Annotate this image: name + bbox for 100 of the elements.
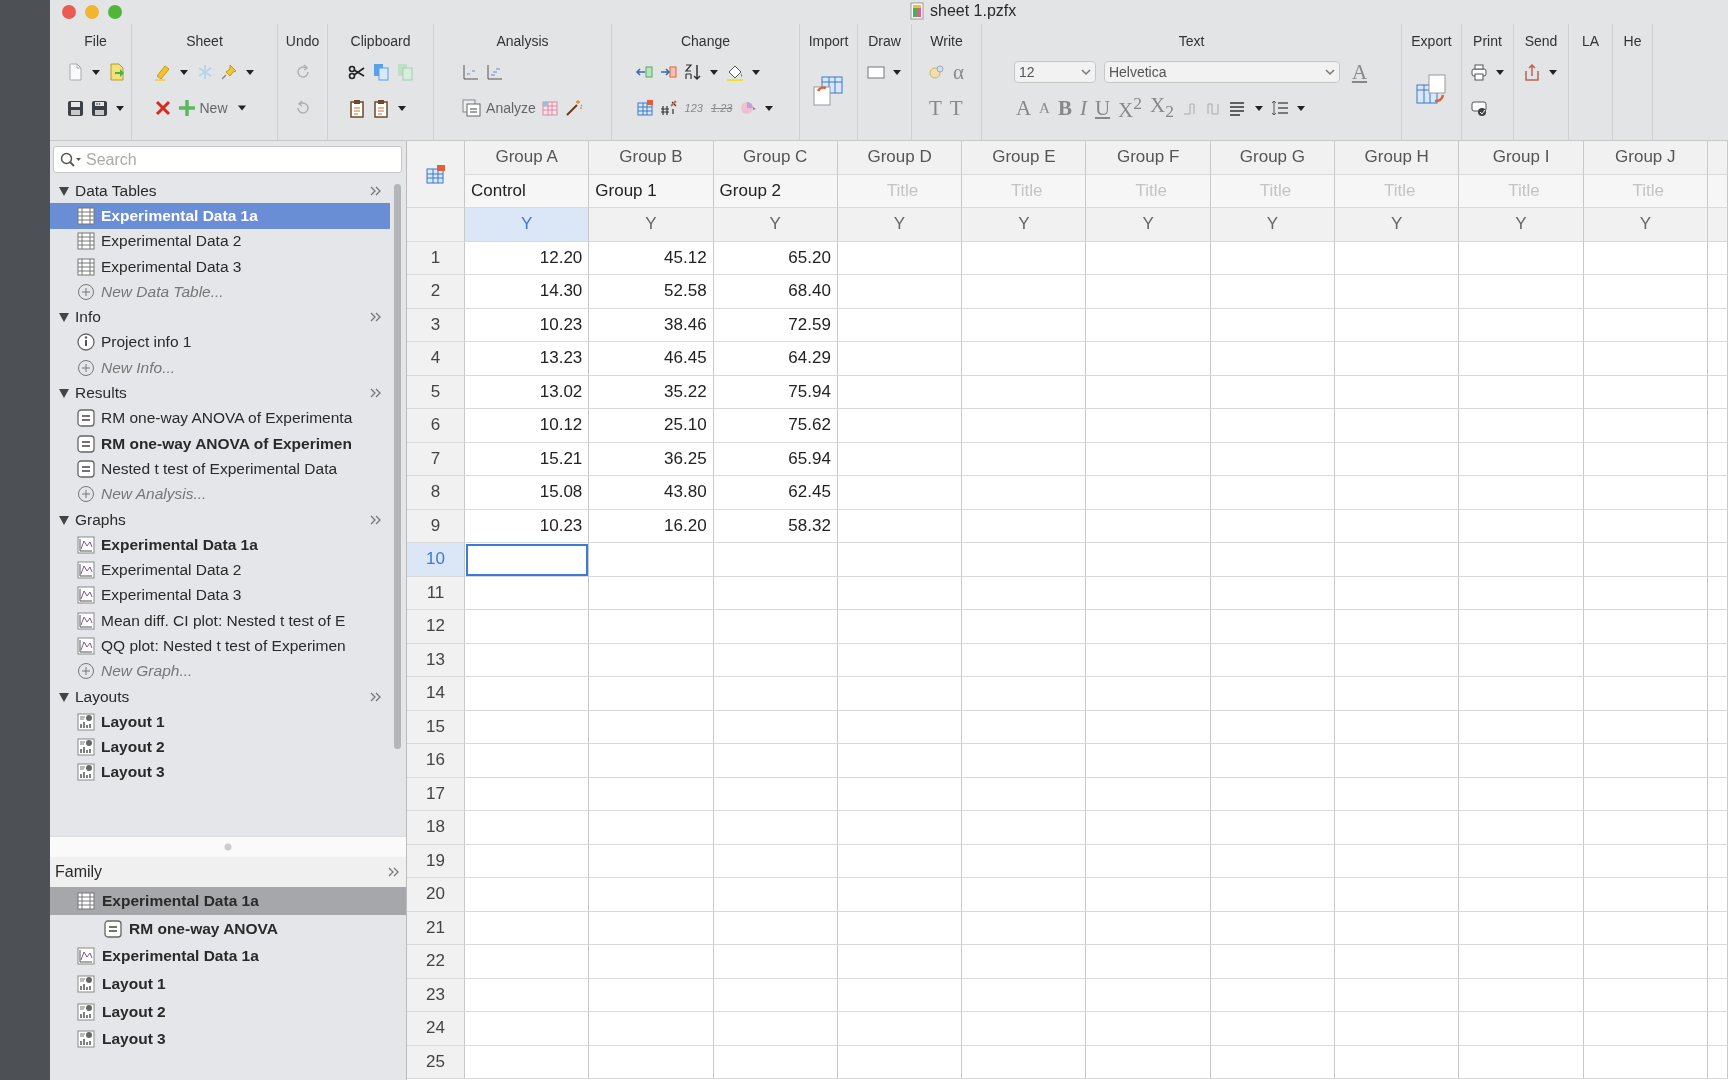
table-cell[interactable] xyxy=(1707,911,1728,945)
column-group-header[interactable]: Group I xyxy=(1459,141,1584,175)
table-cell[interactable] xyxy=(1210,275,1336,309)
table-cell[interactable] xyxy=(1459,911,1584,945)
table-cell[interactable] xyxy=(1583,375,1708,409)
table-cell[interactable]: 43.80 xyxy=(589,476,714,510)
table-cell[interactable] xyxy=(837,643,963,677)
table-cell[interactable] xyxy=(1335,777,1460,811)
double-chevron-icon[interactable] xyxy=(370,514,382,525)
disclosure-triangle-icon[interactable] xyxy=(58,387,70,399)
font-size-dropdown[interactable]: 12 xyxy=(1013,61,1096,83)
table-cell[interactable] xyxy=(1459,375,1584,409)
table-cell[interactable]: 45.12 xyxy=(589,241,714,275)
table-cell[interactable] xyxy=(1335,476,1460,510)
double-chevron-icon[interactable] xyxy=(370,388,382,398)
table-cell[interactable] xyxy=(1707,1045,1728,1079)
table-cell[interactable] xyxy=(1459,409,1584,443)
column-group-header[interactable]: Group J xyxy=(1583,141,1708,175)
table-cell[interactable] xyxy=(589,811,714,845)
subcolumn-header[interactable]: Y xyxy=(962,208,1087,242)
table-cell[interactable] xyxy=(713,677,838,711)
table-cell[interactable]: 13.23 xyxy=(465,342,590,376)
table-cell[interactable] xyxy=(1210,409,1336,443)
table-cell[interactable]: 75.94 xyxy=(713,375,838,409)
double-chevron-icon[interactable] xyxy=(370,185,382,196)
table-cell[interactable] xyxy=(589,744,714,778)
table-cell[interactable]: 65.20 xyxy=(713,241,838,275)
table-cell[interactable] xyxy=(1335,1045,1460,1079)
table-cell[interactable] xyxy=(1210,911,1336,945)
table-cell[interactable] xyxy=(1335,945,1460,979)
table-cell[interactable] xyxy=(962,677,1087,711)
table-cell[interactable] xyxy=(837,509,963,543)
table-cell[interactable] xyxy=(1210,945,1336,979)
table-cell[interactable] xyxy=(1707,878,1728,912)
table-cell[interactable] xyxy=(1459,476,1584,510)
table-cell[interactable] xyxy=(1335,610,1460,644)
table-cell[interactable] xyxy=(1086,576,1211,610)
table-cell[interactable] xyxy=(1335,241,1460,275)
table-cell[interactable] xyxy=(1210,375,1336,409)
table-cell[interactable]: 72.59 xyxy=(713,308,838,342)
table-cell[interactable] xyxy=(1086,677,1211,711)
table-cell[interactable] xyxy=(1583,911,1708,945)
table-cell[interactable] xyxy=(1583,543,1708,577)
table-cell[interactable] xyxy=(1086,476,1211,510)
table-cell[interactable]: 16.20 xyxy=(589,509,714,543)
table-cell[interactable] xyxy=(962,811,1087,845)
table-cell[interactable] xyxy=(1459,777,1584,811)
column-group-header[interactable]: Group E xyxy=(962,141,1087,175)
table-cell[interactable] xyxy=(962,509,1087,543)
table-cell[interactable] xyxy=(1583,1012,1708,1046)
table-cell[interactable]: 12.20 xyxy=(465,241,590,275)
column-group-header[interactable]: Group A xyxy=(465,141,590,175)
table-cell[interactable] xyxy=(837,576,963,610)
table-cell[interactable] xyxy=(1210,476,1336,510)
sidebar-item[interactable]: QQ plot: Nested t test of Experimen xyxy=(50,633,390,659)
table-cell[interactable] xyxy=(1210,1012,1336,1046)
table-cell[interactable] xyxy=(1583,476,1708,510)
table-cell[interactable] xyxy=(962,643,1087,677)
subcolumn-header[interactable]: Y xyxy=(1583,208,1708,242)
family-item[interactable]: Layout 3 xyxy=(50,1025,406,1054)
table-cell[interactable]: 10.23 xyxy=(465,308,590,342)
table-cell[interactable] xyxy=(962,945,1087,979)
table-cell[interactable] xyxy=(1210,509,1336,543)
subcolumn-header[interactable]: Y xyxy=(1210,208,1336,242)
table-cell[interactable] xyxy=(1707,275,1728,309)
table-cell[interactable] xyxy=(962,409,1087,443)
printer-icon[interactable] xyxy=(1468,62,1489,82)
table-cell[interactable] xyxy=(1583,878,1708,912)
number-format-icon[interactable] xyxy=(658,98,679,118)
table-cell[interactable] xyxy=(1707,1012,1728,1046)
table-cell[interactable] xyxy=(713,844,838,878)
sidebar-item[interactable]: New Graph... xyxy=(50,658,390,684)
table-cell[interactable] xyxy=(1086,241,1211,275)
table-cell[interactable] xyxy=(465,878,590,912)
table-cell[interactable] xyxy=(962,1045,1087,1079)
table-cell[interactable]: 52.58 xyxy=(589,275,714,309)
table-cell[interactable] xyxy=(1335,844,1460,878)
analyze-button[interactable]: Analyze xyxy=(461,98,536,118)
table-cell[interactable] xyxy=(837,375,963,409)
table-cell[interactable]: 62.45 xyxy=(713,476,838,510)
table-cell[interactable] xyxy=(1459,442,1584,476)
table-cell[interactable] xyxy=(1707,945,1728,979)
table-cell[interactable] xyxy=(713,744,838,778)
table-cell[interactable] xyxy=(1583,342,1708,376)
table-cell[interactable] xyxy=(837,677,963,711)
table-cell[interactable] xyxy=(1210,777,1336,811)
subcolumn-header[interactable]: Y xyxy=(1459,208,1584,242)
table-cell[interactable] xyxy=(1459,275,1584,309)
sidebar-item[interactable]: Nested t test of Experimental Data xyxy=(50,456,390,482)
table-cell[interactable] xyxy=(837,744,963,778)
table-cell[interactable] xyxy=(962,777,1087,811)
table-cell[interactable] xyxy=(1335,442,1460,476)
table-cell[interactable] xyxy=(1707,777,1728,811)
table-cell[interactable] xyxy=(1335,375,1460,409)
table-cell[interactable] xyxy=(465,978,590,1012)
table-cell[interactable] xyxy=(1086,442,1211,476)
table-cell[interactable] xyxy=(962,744,1087,778)
table-cell[interactable] xyxy=(465,1012,590,1046)
column-group-header[interactable]: Group F xyxy=(1086,141,1211,175)
table-cell[interactable] xyxy=(1086,945,1211,979)
